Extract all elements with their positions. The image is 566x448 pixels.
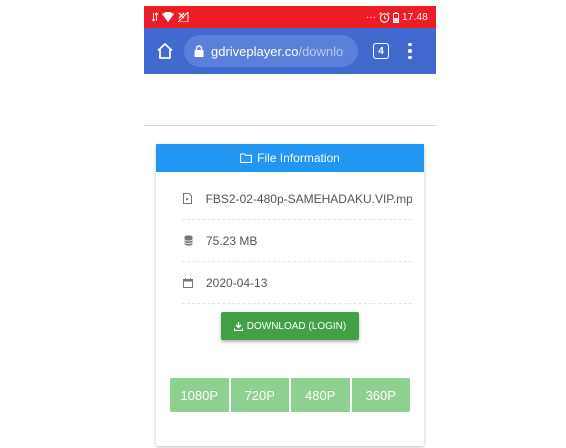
quality-720p-button[interactable]: 720P <box>230 378 289 412</box>
url-path: /downlo <box>298 43 344 59</box>
url-host: gdriveplayer.co <box>211 43 299 59</box>
status-time: 17.48 <box>401 11 428 23</box>
page-divider <box>144 125 436 126</box>
file-info-card: File Information FBS2-02-480p-SAMEHADAKU… <box>156 144 424 446</box>
quality-1080p-button[interactable]: 1080P <box>170 378 229 412</box>
browser-toolbar: gdriveplayer.co/downlo 4 <box>144 28 436 74</box>
signal-arrows-icon <box>152 12 158 22</box>
battery-icon <box>392 11 399 23</box>
alarm-clock-icon <box>379 11 390 23</box>
status-ellipsis: ··· <box>365 11 376 23</box>
file-name: FBS2-02-480p-SAMEHADAKU.VIP.mp4 <box>205 191 412 206</box>
file-date-row: 2020-04-13 <box>182 262 412 304</box>
file-name-row: FBS2-02-480p-SAMEHADAKU.VIP.mp4 <box>182 178 412 220</box>
address-bar[interactable]: gdriveplayer.co/downlo <box>184 35 358 67</box>
download-login-button[interactable]: DOWNLOAD (LOGIN) <box>221 312 359 340</box>
menu-dot <box>408 55 412 60</box>
quality-480p-button[interactable]: 480P <box>291 378 350 412</box>
status-icons-left <box>152 12 189 22</box>
file-size-row: 75.23 MB <box>182 220 412 262</box>
quality-selector: 1080P 720P 480P 360P <box>170 378 410 412</box>
overflow-menu-button[interactable] <box>407 42 413 60</box>
quality-360p-button[interactable]: 360P <box>351 378 410 412</box>
card-title: File Information <box>257 151 340 165</box>
no-signal-icon <box>178 12 189 22</box>
folder-icon <box>240 153 253 163</box>
database-icon <box>182 235 194 246</box>
file-video-icon <box>182 193 194 204</box>
file-size: 75.23 MB <box>206 233 258 248</box>
status-bar: ··· 17.48 <box>144 6 436 28</box>
lock-icon <box>194 45 204 57</box>
status-icons-right: ··· 17.48 <box>365 11 428 23</box>
download-label: DOWNLOAD (LOGIN) <box>246 320 347 332</box>
tab-switcher-button[interactable]: 4 <box>373 43 389 59</box>
wifi-icon <box>162 12 174 22</box>
phone-screen: ··· 17.48 gdriveplayer.co/downlo 4 File … <box>144 6 436 448</box>
download-icon <box>233 321 243 331</box>
calendar-icon <box>182 277 194 288</box>
menu-dot <box>408 42 412 47</box>
home-button[interactable] <box>154 40 176 62</box>
home-icon <box>157 43 173 59</box>
file-date: 2020-04-13 <box>206 275 268 290</box>
card-header: File Information <box>156 144 424 172</box>
menu-dot <box>408 49 412 53</box>
